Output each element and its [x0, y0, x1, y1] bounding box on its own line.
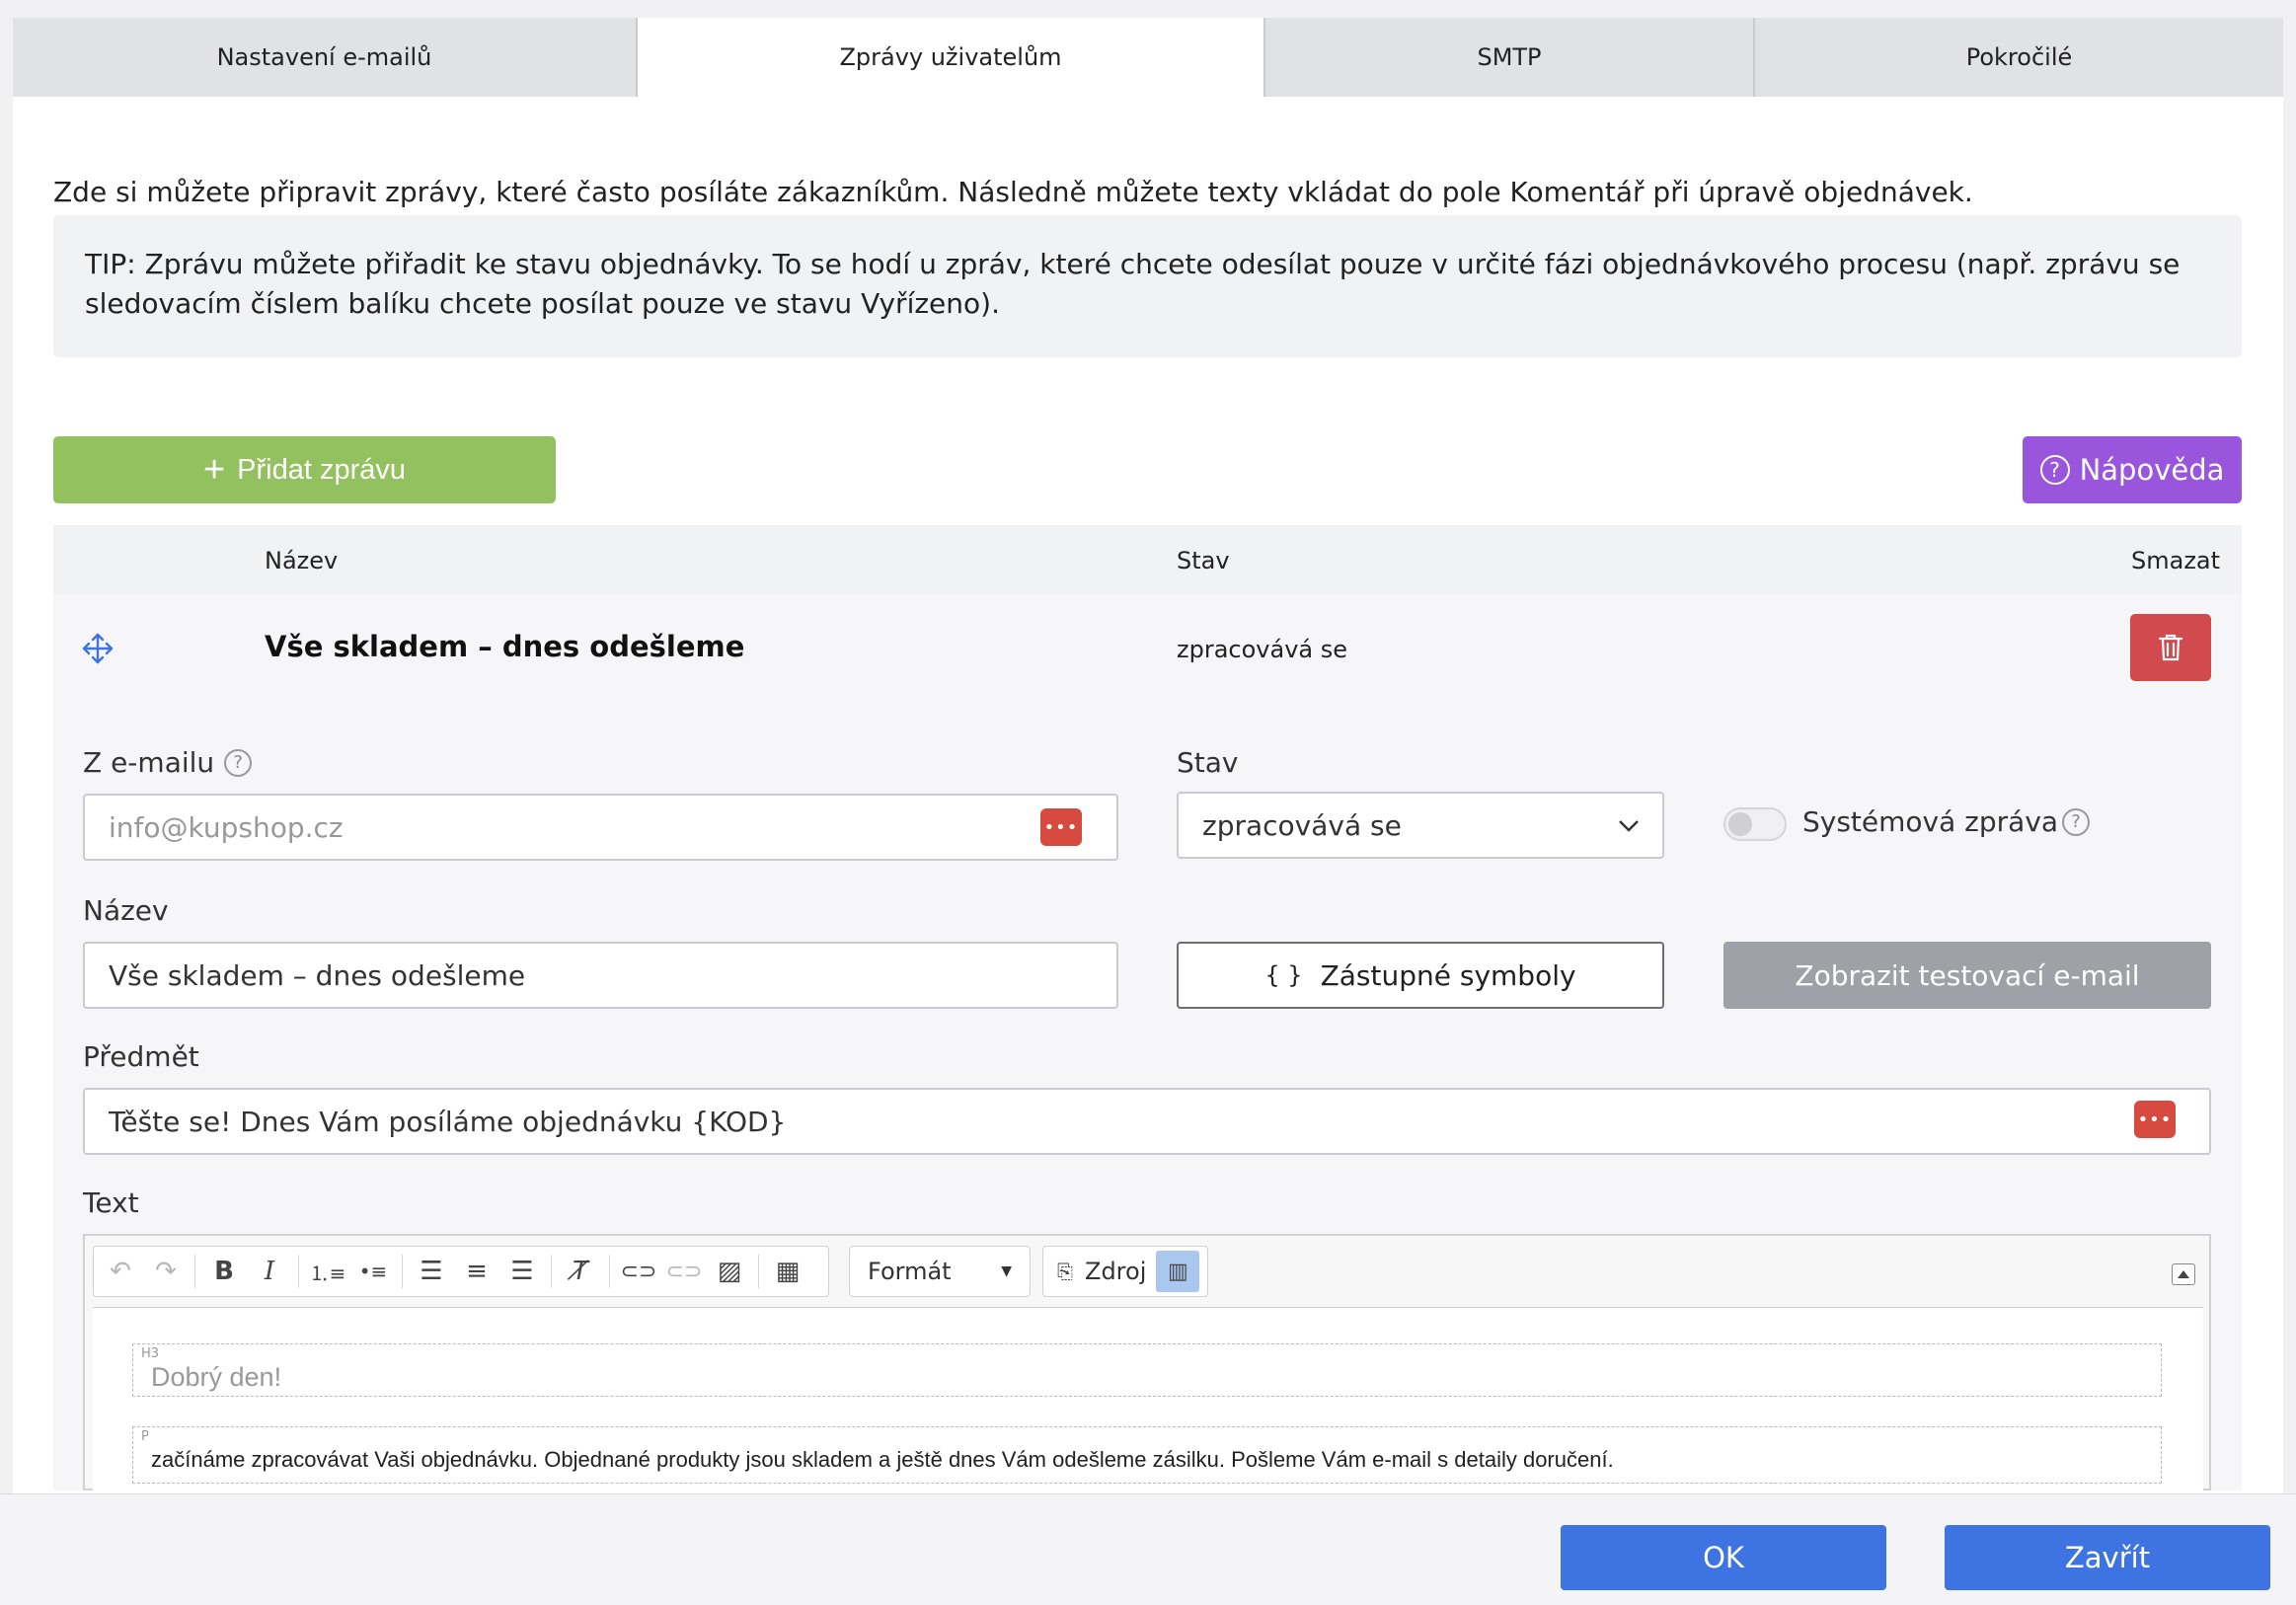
from-email-input[interactable]: info@kupshop.cz — [83, 794, 1118, 861]
maximize-icon[interactable]: ▥ — [1156, 1251, 1200, 1292]
table-icon[interactable]: ▦ — [767, 1251, 808, 1292]
clear-format-icon[interactable]: T̸ — [560, 1251, 601, 1292]
add-message-button[interactable]: + Přidat zprávu — [53, 436, 556, 503]
block-tag-p: P — [141, 1429, 149, 1444]
subject-input[interactable]: Těšte se! Dnes Vám posíláme objednávku {… — [83, 1088, 2211, 1155]
name-label: Název — [83, 894, 169, 927]
toolbar-separator — [298, 1255, 299, 1288]
tab-email-settings[interactable]: Nastavení e-mailů — [13, 18, 638, 97]
source-icon: ⎘ — [1057, 1260, 1073, 1283]
text-label: Text — [83, 1186, 139, 1219]
toolbar-separator — [402, 1255, 403, 1288]
state-select-value: zpracovává se — [1202, 808, 1402, 842]
block-tag-h3: H3 — [141, 1346, 160, 1361]
name-input[interactable]: Vše skladem – dnes odešleme — [83, 942, 1118, 1009]
question-icon[interactable]: ? — [2062, 807, 2091, 836]
plus-icon: + — [202, 449, 226, 491]
toolbar-separator — [551, 1255, 552, 1288]
rich-text-editor: ↶ ↷ B I ⒈≡ •≡ ☰ ≡ ☰ T̸ ⊂⊃ ⊂⊃ ▨ ▦ Formát … — [83, 1234, 2211, 1490]
redo-icon[interactable]: ↷ — [145, 1251, 187, 1292]
tip-box: TIP: Zprávu můžete přiřadit ke stavu obj… — [53, 215, 2242, 357]
system-message-label: Systémová zpráva ? — [1802, 805, 2091, 838]
braces-icon: { } — [1264, 961, 1303, 989]
column-header-name: Název — [265, 547, 339, 574]
placeholders-label: Zástupné symboly — [1320, 958, 1576, 992]
chevron-down-icon — [1619, 820, 1639, 832]
paragraph-text: začínáme zpracovávat Vaši objednávku. Ob… — [151, 1447, 1614, 1472]
image-icon[interactable]: ▨ — [709, 1251, 750, 1292]
message-title: Vše skladem – dnes odešleme — [265, 630, 745, 663]
toolbar-separator — [758, 1255, 759, 1288]
align-center-icon[interactable]: ≡ — [456, 1251, 497, 1292]
help-label: Nápověda — [2079, 453, 2225, 487]
move-icon[interactable] — [81, 632, 115, 665]
paragraph-block[interactable]: P začínáme zpracovávat Vaši objednávku. … — [132, 1426, 2162, 1484]
system-message-label-text: Systémová zpráva — [1802, 805, 2059, 838]
bold-icon[interactable]: B — [203, 1251, 245, 1292]
delete-button[interactable] — [2130, 614, 2211, 681]
from-email-label-text: Z e-mailu — [83, 746, 215, 779]
more-dots-icon[interactable]: ••• — [1040, 808, 1082, 846]
collapse-toolbar-icon[interactable] — [2172, 1263, 2195, 1285]
placeholders-button[interactable]: { } Zástupné symboly — [1177, 942, 1664, 1009]
heading-block[interactable]: H3 Dobrý den! — [132, 1343, 2162, 1397]
tab-smtp[interactable]: SMTP — [1265, 18, 1755, 97]
system-message-toggle[interactable] — [1723, 807, 1787, 841]
tab-user-messages[interactable]: Zprávy uživatelům — [638, 18, 1265, 97]
link-icon[interactable]: ⊂⊃ — [618, 1251, 659, 1292]
dialog-footer: OK Zavřít — [0, 1493, 2296, 1605]
format-select[interactable]: Formát ▼ — [849, 1246, 1031, 1297]
editor-content[interactable]: H3 Dobrý den! P začínáme zpracovávat Vaš… — [93, 1307, 2203, 1490]
heading-text: Dobrý den! — [151, 1362, 282, 1392]
caret-down-icon: ▼ — [1001, 1263, 1012, 1279]
source-toolbar: ⎘ Zdroj ▥ — [1042, 1246, 1208, 1297]
message-state: zpracovává se — [1177, 636, 1348, 663]
numbered-list-icon[interactable]: ⒈≡ — [307, 1251, 348, 1292]
state-label: Stav — [1177, 746, 1239, 779]
toolbar-separator — [194, 1255, 195, 1288]
unlink-icon[interactable]: ⊂⊃ — [663, 1251, 705, 1292]
subject-label: Předmět — [83, 1040, 199, 1073]
from-email-label: Z e-mailu ? — [83, 746, 253, 779]
italic-icon[interactable]: I — [249, 1251, 290, 1292]
column-header-delete: Smazat — [2131, 547, 2221, 574]
align-right-icon[interactable]: ☰ — [501, 1251, 543, 1292]
bullet-list-icon[interactable]: •≡ — [352, 1251, 394, 1292]
column-header-state: Stav — [1177, 547, 1230, 574]
undo-icon[interactable]: ↶ — [100, 1251, 141, 1292]
format-select-label: Formát — [868, 1258, 952, 1285]
question-icon[interactable]: ? — [224, 748, 253, 777]
ok-button[interactable]: OK — [1561, 1525, 1886, 1590]
state-select[interactable]: zpracovává se — [1177, 792, 1664, 859]
tab-bar: Nastavení e-mailů Zprávy uživatelům SMTP… — [13, 18, 2283, 97]
question-circle-icon: ? — [2039, 455, 2070, 485]
show-test-email-button[interactable]: Zobrazit testovací e-mail — [1723, 942, 2211, 1009]
intro-text: Zde si můžete připravit zprávy, které ča… — [53, 176, 1973, 208]
tab-advanced[interactable]: Pokročilé — [1755, 18, 2283, 97]
align-left-icon[interactable]: ☰ — [411, 1251, 452, 1292]
toolbar-separator — [609, 1255, 610, 1288]
trash-icon — [2158, 634, 2183, 661]
editor-toolbar: ↶ ↷ B I ⒈≡ •≡ ☰ ≡ ☰ T̸ ⊂⊃ ⊂⊃ ▨ ▦ — [93, 1246, 829, 1297]
add-message-label: Přidat zprávu — [237, 453, 407, 486]
more-dots-icon[interactable]: ••• — [2134, 1101, 2176, 1138]
table-header: Název Stav Smazat — [53, 525, 2242, 594]
help-button[interactable]: ? Nápověda — [2023, 436, 2242, 503]
source-button[interactable]: Zdroj — [1085, 1258, 1146, 1285]
close-button[interactable]: Zavřít — [1945, 1525, 2270, 1590]
